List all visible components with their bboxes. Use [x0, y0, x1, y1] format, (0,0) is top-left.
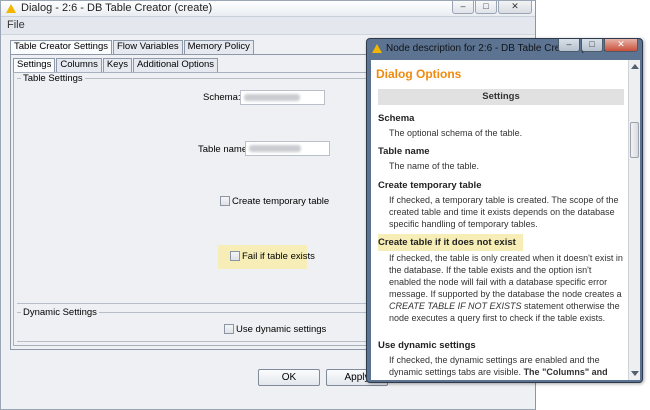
table-settings-label: Table Settings	[21, 73, 85, 84]
warning-icon	[372, 44, 382, 53]
tab-columns[interactable]: Columns	[56, 58, 102, 72]
scroll-down-icon[interactable]	[631, 371, 639, 376]
fail-if-exists-checkbox[interactable]	[230, 251, 240, 261]
option-table-name: Table name The name of the table.	[378, 146, 624, 172]
dialog-title: Dialog - 2:6 - DB Table Creator (create)	[21, 2, 213, 14]
tab-additional-options[interactable]: Additional Options	[132, 58, 219, 72]
settings-section-header: Settings	[378, 89, 624, 105]
close-icon[interactable]: ✕	[604, 39, 638, 52]
schema-label: Schema:	[203, 92, 241, 103]
dialog-titlebar[interactable]: Dialog - 2:6 - DB Table Creator (create)…	[1, 1, 535, 17]
ok-button[interactable]: OK	[258, 369, 320, 386]
option-description: If checked, the dynamic settings are ena…	[389, 355, 608, 377]
table-name-value-redacted	[249, 145, 301, 152]
minimize-icon[interactable]: –	[558, 39, 580, 52]
option-name-highlighted: Create table if it does not exist	[378, 234, 523, 251]
vertical-scrollbar[interactable]	[628, 60, 640, 380]
option-name: Schema	[378, 113, 415, 124]
option-create-temporary-table: Create temporary table If checked, a tem…	[378, 180, 624, 230]
menu-file[interactable]: File	[7, 19, 25, 31]
option-use-dynamic-settings: Use dynamic settings If checked, the dyn…	[378, 340, 624, 378]
create-temporary-label: Create temporary table	[232, 196, 330, 207]
dialog-options-heading: Dialog Options	[376, 67, 462, 81]
use-dynamic-settings-label: Use dynamic settings	[236, 324, 327, 335]
maximize-icon[interactable]: □	[475, 1, 497, 14]
option-description: If checked, the table is only created wh…	[389, 253, 623, 323]
minimize-icon[interactable]: –	[452, 1, 474, 14]
fail-if-exists-label: Fail if table exists	[242, 251, 315, 262]
window-controls: – □ ✕	[451, 1, 532, 14]
schema-input[interactable]	[240, 90, 325, 105]
maximize-icon[interactable]: □	[581, 39, 603, 52]
scroll-thumb[interactable]	[630, 122, 639, 158]
option-description: If checked, a temporary table is created…	[389, 195, 619, 229]
option-schema: Schema The optional schema of the table.	[378, 113, 624, 139]
close-icon[interactable]: ✕	[498, 1, 532, 14]
option-name: Use dynamic settings	[378, 340, 476, 351]
schema-value-redacted	[244, 94, 300, 101]
options-list: Settings Schema The optional schema of t…	[378, 87, 624, 380]
tab-keys[interactable]: Keys	[102, 58, 132, 72]
dynamic-settings-label: Dynamic Settings	[21, 307, 99, 318]
use-dynamic-settings-checkbox[interactable]	[224, 324, 234, 334]
inner-tabs: Settings Columns Keys Additional Options	[13, 58, 219, 73]
outer-tabs: Table Creator Settings Flow Variables Me…	[10, 40, 255, 55]
window-controls: – □ ✕	[557, 39, 638, 52]
scroll-up-icon[interactable]	[631, 64, 639, 69]
option-name: Create temporary table	[378, 180, 482, 191]
node-description-content: Dialog Options Settings Schema The optio…	[371, 60, 628, 380]
dialog-options-header: Dialog Options	[371, 60, 628, 87]
warning-icon	[6, 4, 16, 13]
tab-memory-policy[interactable]: Memory Policy	[183, 40, 254, 54]
option-description: The optional schema of the table.	[389, 128, 523, 138]
tab-table-creator-settings[interactable]: Table Creator Settings	[10, 40, 112, 55]
option-name: Table name	[378, 146, 430, 157]
create-temporary-checkbox[interactable]	[220, 196, 230, 206]
tab-flow-variables[interactable]: Flow Variables	[113, 40, 183, 54]
tab-settings[interactable]: Settings	[13, 58, 56, 73]
menu-bar: File	[1, 17, 535, 35]
node-description-window: Node description for 2:6 - DB Table Crea…	[366, 38, 643, 383]
node-description-titlebar[interactable]: Node description for 2:6 - DB Table Crea…	[367, 39, 642, 59]
option-create-if-not-exists: Create table if it does not exist If che…	[378, 234, 624, 324]
option-description: The name of the table.	[389, 161, 480, 171]
table-name-input[interactable]	[245, 141, 330, 156]
table-name-label: Table name:	[198, 144, 250, 155]
